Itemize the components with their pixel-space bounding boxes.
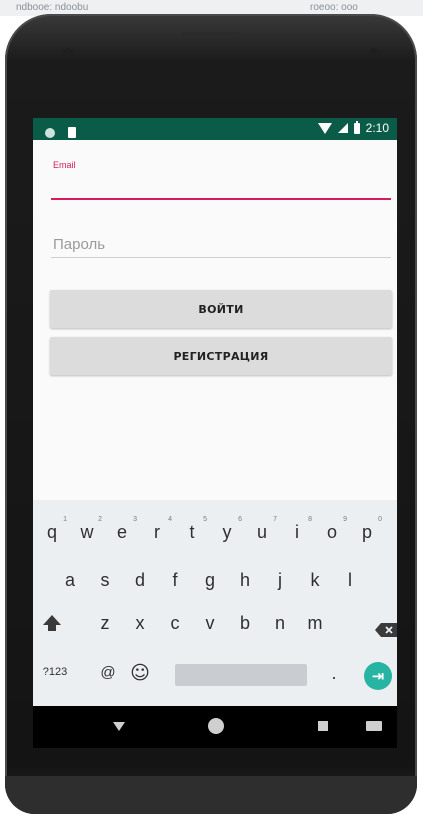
key-k[interactable]: k — [300, 570, 330, 591]
key-m[interactable]: m — [300, 613, 330, 634]
key-o-hint: 9 — [343, 516, 347, 523]
key-e[interactable]: e3 — [107, 516, 137, 543]
top-strip-left-text: ndbooe: ndoobu — [16, 2, 89, 13]
battery-icon — [353, 120, 360, 134]
enter-arrow-icon: ⇥ — [371, 667, 385, 685]
key-z[interactable]: z — [90, 613, 120, 634]
phone-speaker — [181, 32, 241, 37]
register-button[interactable]: РЕГИСТРАЦИЯ — [50, 337, 392, 375]
navigation-bar — [33, 706, 397, 748]
top-strip-right-text: roeoo: ooo — [310, 2, 358, 13]
key-i-label: i — [295, 522, 299, 542]
space-bar[interactable] — [175, 664, 307, 686]
front-camera — [369, 48, 379, 58]
key-c[interactable]: c — [160, 613, 190, 634]
key-r-label: r — [154, 522, 160, 542]
key-n[interactable]: n — [265, 613, 295, 634]
notification-dot-icon — [45, 127, 55, 138]
home-icon[interactable] — [208, 718, 224, 734]
symbols-key[interactable]: ?123 — [37, 666, 73, 678]
key-h[interactable]: h — [230, 570, 260, 591]
key-p-label: p — [361, 522, 372, 542]
enter-key[interactable]: ⇥ — [364, 662, 392, 690]
status-time: 2:10 — [365, 121, 389, 135]
backspace-key[interactable] — [375, 622, 397, 637]
status-left-icons — [45, 122, 77, 141]
key-y-label: y — [222, 522, 232, 542]
password-field[interactable] — [51, 232, 391, 258]
period-key[interactable]: . — [319, 663, 349, 684]
soft-keyboard: q1 w2 e3 r4 t5 y6 u7 i8 o9 p0 a s d f g … — [33, 500, 397, 706]
key-r[interactable]: r4 — [142, 516, 172, 543]
key-q[interactable]: q1 — [37, 516, 67, 543]
login-button[interactable]: ВОЙТИ — [50, 290, 392, 328]
key-p[interactable]: p0 — [352, 516, 382, 543]
key-t-hint: 5 — [203, 516, 207, 523]
key-v[interactable]: v — [195, 613, 225, 634]
key-o[interactable]: o9 — [317, 516, 347, 543]
phone-frame: 2:10 Email ВОЙТИ РЕГИСТРАЦИЯ q1 w2 e3 r4… — [5, 14, 417, 814]
key-e-hint: 3 — [133, 516, 137, 523]
recents-icon[interactable] — [318, 721, 328, 731]
smile-icon: ☺ — [130, 662, 150, 684]
signal-icon — [337, 123, 348, 133]
at-key[interactable]: @ — [93, 664, 123, 681]
key-o-label: o — [326, 522, 337, 542]
phone-screen: 2:10 Email ВОЙТИ РЕГИСТРАЦИЯ q1 w2 e3 r4… — [33, 118, 397, 748]
key-u-hint: 7 — [273, 516, 277, 523]
key-r-hint: 4 — [168, 516, 172, 523]
key-b[interactable]: b — [230, 613, 260, 634]
keyboard-switch-icon[interactable] — [366, 721, 382, 731]
back-icon[interactable] — [113, 722, 125, 731]
status-bar: 2:10 — [33, 118, 397, 140]
wifi-icon — [317, 122, 332, 134]
shift-icon — [43, 615, 61, 631]
email-field[interactable] — [51, 174, 391, 200]
email-label: Email — [53, 160, 76, 170]
key-w-label: w — [80, 522, 94, 542]
key-y[interactable]: y6 — [212, 516, 243, 543]
key-q-label: q — [46, 522, 57, 542]
key-t[interactable]: t5 — [177, 516, 207, 543]
key-e-label: e — [116, 522, 127, 542]
key-q-hint: 1 — [63, 516, 67, 523]
key-w-hint: 2 — [98, 516, 102, 523]
key-l[interactable]: l — [335, 570, 365, 591]
key-j[interactable]: j — [265, 570, 295, 591]
key-y-hint: 6 — [238, 516, 242, 523]
status-right-icons: 2:10 — [317, 120, 389, 135]
front-sensor — [63, 48, 73, 58]
sd-card-icon — [68, 127, 77, 138]
backspace-icon — [375, 623, 397, 637]
shift-key[interactable] — [37, 613, 67, 638]
key-g[interactable]: g — [195, 570, 225, 591]
key-t-label: t — [189, 522, 195, 542]
key-f[interactable]: f — [160, 570, 190, 591]
key-d[interactable]: d — [125, 570, 155, 591]
emoji-key[interactable]: ☺ — [125, 662, 155, 684]
key-i-hint: 8 — [308, 516, 312, 523]
key-p-hint: 0 — [378, 516, 382, 523]
key-u-label: u — [256, 522, 267, 542]
key-u[interactable]: u7 — [247, 516, 277, 543]
key-a[interactable]: a — [55, 570, 85, 591]
key-w[interactable]: w2 — [72, 516, 103, 543]
phone-bottom-panel — [5, 776, 417, 814]
key-s[interactable]: s — [90, 570, 120, 591]
key-i[interactable]: i8 — [282, 516, 312, 543]
key-x[interactable]: x — [125, 613, 155, 634]
